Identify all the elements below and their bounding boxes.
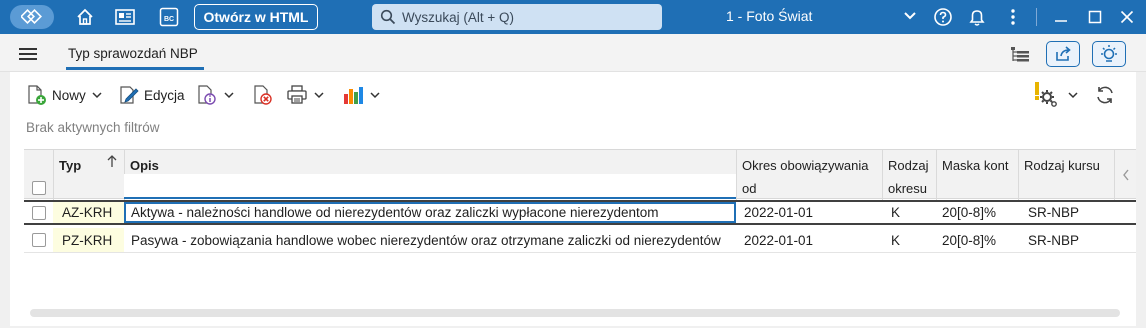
new-button-label: Nowy — [52, 87, 86, 103]
column-header-okres-od[interactable]: Okres obowiązywania od — [736, 150, 882, 200]
app-logo-icon[interactable] — [10, 5, 54, 29]
select-all-checkbox[interactable] — [32, 181, 46, 195]
gear-warning-icon — [1035, 82, 1057, 107]
share-icon[interactable] — [1046, 41, 1080, 67]
minimize-icon[interactable] — [1050, 7, 1072, 27]
edit-document-icon — [120, 86, 139, 104]
help-icon[interactable] — [932, 7, 954, 27]
column-header-typ-label: Typ — [59, 158, 82, 173]
cell-rodzaj-okresu[interactable]: K — [882, 202, 936, 223]
close-icon[interactable] — [1116, 7, 1138, 27]
search-icon — [380, 9, 396, 25]
open-in-html-button[interactable]: Otwórz w HTML — [194, 4, 318, 30]
chevron-down-icon[interactable] — [370, 91, 380, 99]
print-button[interactable] — [286, 80, 324, 110]
lightbulb-icon[interactable] — [1092, 41, 1126, 67]
maximize-icon[interactable] — [1084, 7, 1106, 27]
row-checkbox[interactable] — [32, 206, 46, 220]
cell-okres-od[interactable]: 2022-01-01 — [736, 202, 882, 223]
delete-button[interactable] — [252, 80, 274, 110]
column-header-okres-label-2: od — [742, 181, 757, 196]
chevron-down-icon[interactable] — [314, 91, 324, 99]
cell-maska-kont[interactable]: 20[0-8]% — [936, 228, 1018, 252]
column-header-rodzaj-kursu-label: Rodzaj kursu — [1024, 158, 1100, 173]
delete-document-icon — [254, 85, 272, 105]
refresh-button[interactable] — [1094, 80, 1116, 110]
tab-bar: Typ sprawozdań NBP — [0, 34, 1146, 72]
search-box[interactable]: Wyszukaj (Alt + Q) — [372, 4, 662, 30]
document-info-icon — [198, 85, 216, 105]
new-document-icon — [28, 85, 46, 105]
grid-header: Typ Opis Okres obowiązywania od Rodzaj o… — [24, 149, 1136, 200]
more-menu-icon[interactable] — [1002, 7, 1024, 27]
chevron-down-icon[interactable] — [224, 91, 234, 99]
titlebar-separator — [1036, 8, 1037, 26]
column-header-okres-label-1: Okres obowiązywania — [742, 158, 869, 173]
tree-view-icon[interactable] — [1008, 41, 1032, 67]
new-button[interactable]: Nowy — [26, 80, 102, 110]
cell-typ[interactable]: PZ-KRH — [53, 228, 124, 252]
list-view-icon[interactable] — [114, 7, 136, 27]
column-header-rodzaj-okresu[interactable]: Rodzaj okresu — [882, 150, 936, 200]
cell-typ[interactable]: AZ-KRH — [53, 202, 124, 223]
bc-label: BC — [164, 16, 174, 23]
action-toolbar: Nowy Edycja — [10, 80, 1136, 110]
bell-icon[interactable] — [966, 7, 988, 27]
table-row[interactable]: AZ-KRH Aktywa - należności handlowe od n… — [24, 200, 1136, 225]
cell-rodzaj-kursu[interactable]: SR-NBP — [1018, 228, 1114, 252]
column-header-rodzaj-kursu[interactable]: Rodzaj kursu — [1018, 150, 1114, 200]
search-placeholder: Wyszukaj (Alt + Q) — [402, 9, 515, 25]
column-header-maska-kont-label: Maska kont — [942, 158, 1009, 173]
edit-button[interactable]: Edycja — [118, 80, 185, 110]
data-grid: Typ Opis Okres obowiązywania od Rodzaj o… — [24, 149, 1136, 309]
settings-warning-button[interactable] — [1032, 80, 1078, 110]
cell-rodzaj-okresu[interactable]: K — [882, 228, 936, 252]
active-tab-indicator — [66, 67, 204, 70]
horizontal-scrollbar[interactable] — [30, 309, 1120, 317]
column-header-maska-kont[interactable]: Maska kont — [936, 150, 1018, 200]
info-menu-button[interactable] — [196, 80, 234, 110]
chevron-down-icon[interactable] — [1068, 91, 1078, 99]
table-row[interactable]: PZ-KRH Pasywa - zobowiązania handlowe wo… — [24, 228, 1136, 253]
column-header-rodzaj-okresu-label-2: okresu — [888, 181, 928, 196]
chart-button[interactable] — [342, 80, 380, 110]
bar-chart-icon — [344, 87, 363, 104]
chevron-down-icon[interactable] — [92, 91, 102, 99]
main-panel: Nowy Edycja Brak aktywnych filtrów Typ O… — [10, 72, 1136, 326]
scroll-columns-left-icon[interactable] — [1114, 150, 1136, 200]
cell-rodzaj-kursu[interactable]: SR-NBP — [1018, 202, 1114, 223]
cell-opis[interactable]: Pasywa - zobowiązania handlowe wobec nie… — [124, 228, 736, 252]
bc-icon[interactable]: BC — [158, 7, 180, 27]
hamburger-menu-icon[interactable] — [18, 47, 38, 64]
cell-maska-kont[interactable]: 20[0-8]% — [936, 202, 1018, 223]
active-filters-text: Brak aktywnych filtrów — [26, 120, 160, 135]
edit-button-label: Edycja — [144, 87, 185, 103]
refresh-icon — [1097, 86, 1113, 104]
column-header-opis-label: Opis — [130, 158, 159, 173]
column-header-rodzaj-okresu-label-1: Rodzaj — [888, 158, 929, 173]
home-icon[interactable] — [74, 7, 96, 27]
cell-okres-od[interactable]: 2022-01-01 — [736, 228, 882, 252]
printer-icon — [287, 85, 307, 104]
cell-opis[interactable]: Aktywa - należności handlowe od nierezyd… — [124, 202, 736, 223]
opis-filter-input[interactable] — [124, 174, 736, 199]
row-checkbox[interactable] — [32, 233, 46, 247]
chevron-down-icon[interactable] — [904, 9, 916, 24]
sort-ascending-icon[interactable] — [106, 154, 118, 171]
company-selector[interactable]: 1 - Foto Świat — [726, 8, 812, 24]
title-bar: BC Otwórz w HTML Wyszukaj (Alt + Q) 1 - … — [0, 0, 1146, 34]
tab-typ-sprawozdan-nbp[interactable]: Typ sprawozdań NBP — [68, 46, 198, 61]
